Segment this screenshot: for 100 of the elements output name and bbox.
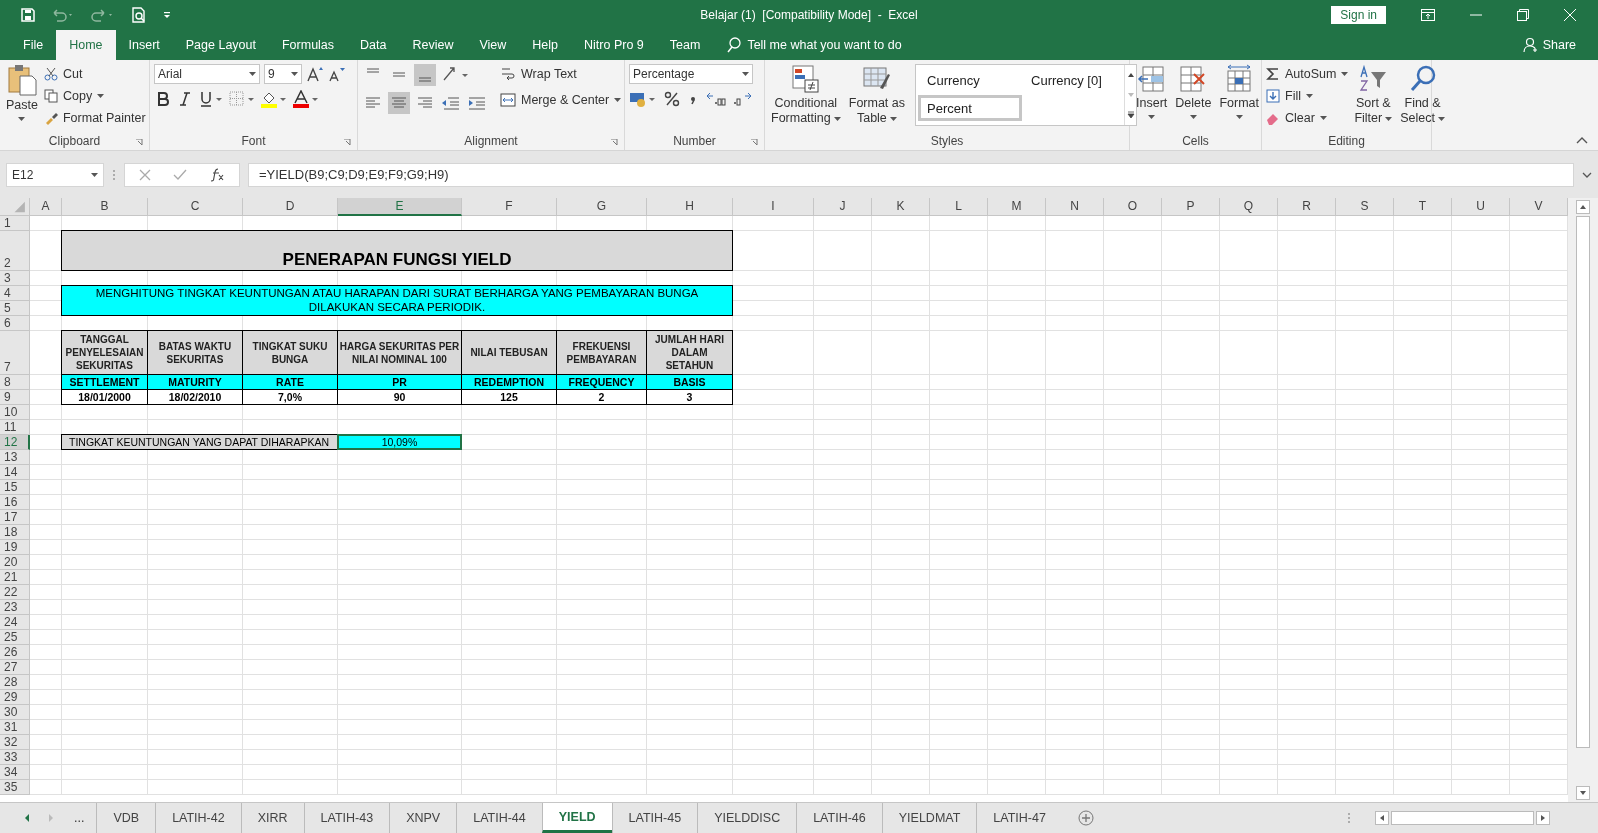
column-header[interactable]: D (243, 198, 338, 216)
row-header[interactable]: 5 (0, 301, 30, 316)
cut-button[interactable]: Cut (43, 64, 146, 84)
increase-font-size-icon[interactable] (306, 66, 324, 82)
sheet-tab[interactable]: LATIH-43 (303, 803, 390, 833)
ribbon-tab[interactable]: Data (347, 30, 400, 60)
column-header[interactable]: R (1278, 198, 1336, 216)
save-icon[interactable] (20, 7, 36, 23)
row-header[interactable]: 27 (0, 660, 30, 675)
dialog-launcher-icon[interactable] (751, 139, 758, 146)
row-header[interactable]: 7 (0, 331, 30, 375)
ribbon-tab[interactable]: Page Layout (172, 30, 269, 60)
row-header[interactable]: 23 (0, 600, 30, 615)
column-header[interactable]: N (1046, 198, 1104, 216)
cell-style[interactable]: Percent (918, 95, 1022, 121)
scroll-right-icon[interactable] (1536, 811, 1550, 825)
horizontal-scrollbar[interactable] (1375, 810, 1550, 826)
result-cell[interactable]: 10,09% (337, 434, 462, 450)
row-header[interactable]: 33 (0, 750, 30, 765)
ribbon-tab[interactable]: Help (519, 30, 572, 60)
row-header[interactable]: 3 (0, 271, 30, 286)
row-header[interactable]: 14 (0, 465, 30, 480)
ribbon-tab[interactable]: Team (656, 30, 714, 60)
row-header[interactable]: 13 (0, 450, 30, 465)
row-header[interactable]: 17 (0, 510, 30, 525)
ribbon-tab[interactable]: Review (399, 30, 467, 60)
ribbon-tab[interactable]: Home (56, 30, 116, 60)
decrease-font-size-icon[interactable] (328, 66, 346, 82)
paste-button[interactable]: Paste (4, 64, 40, 121)
format-button[interactable]: Format (1217, 64, 1261, 119)
column-header[interactable]: G (557, 198, 647, 216)
row-header[interactable]: 16 (0, 495, 30, 510)
column-header[interactable]: T (1394, 198, 1452, 216)
customize-icon[interactable] (162, 10, 172, 20)
column-header[interactable]: B (62, 198, 148, 216)
sheet-tab[interactable]: VDB (96, 803, 156, 833)
more-styles-icon[interactable] (1125, 110, 1136, 120)
scroll-left-icon[interactable] (1375, 811, 1389, 825)
row-header[interactable]: 29 (0, 690, 30, 705)
row-header[interactable]: 34 (0, 765, 30, 780)
sort-filter-button[interactable]: Sort & Filter (1352, 64, 1395, 126)
percent-icon[interactable] (663, 90, 681, 108)
sheet-tab[interactable]: YIELDDISC (697, 803, 797, 833)
sheet-tab[interactable]: YIELDMAT (881, 803, 977, 833)
sheet-tab[interactable]: XNPV (389, 803, 457, 833)
row-header[interactable]: 10 (0, 405, 30, 420)
expand-formula-icon[interactable] (1582, 171, 1592, 179)
row-header[interactable]: 22 (0, 585, 30, 600)
decrease-decimal-icon[interactable] (731, 90, 753, 108)
format-painter-button[interactable]: Format Painter (43, 108, 146, 128)
row-header[interactable]: 1 (0, 216, 30, 231)
row-header[interactable]: 18 (0, 525, 30, 540)
insert-function-icon[interactable] (209, 168, 225, 182)
sign-in-button[interactable]: Sign in (1331, 6, 1386, 24)
row-header[interactable]: 11 (0, 420, 30, 435)
row-header[interactable]: 12 (0, 435, 30, 450)
column-header[interactable]: S (1336, 198, 1394, 216)
row-header[interactable]: 8 (0, 375, 30, 390)
row-header[interactable]: 4 (0, 286, 30, 301)
row-header[interactable]: 9 (0, 390, 30, 405)
formula-field[interactable]: =YIELD(B9;C9;D9;E9;F9;G9;H9) (248, 163, 1574, 187)
close-icon[interactable] (1564, 9, 1576, 21)
column-header[interactable]: K (872, 198, 930, 216)
fill-color-icon[interactable] (260, 90, 288, 108)
collapse-ribbon-icon[interactable] (1576, 136, 1588, 144)
dialog-launcher-icon[interactable] (136, 139, 143, 146)
wrap-text-button[interactable]: Wrap Text (500, 64, 622, 84)
row-header[interactable]: 30 (0, 705, 30, 720)
ribbon-tab[interactable]: Insert (115, 30, 173, 60)
sheet-tab[interactable]: LATIH-44 (456, 803, 542, 833)
font-size-field[interactable]: 9 (264, 64, 302, 84)
share-button[interactable]: Share (1522, 30, 1576, 60)
row-header[interactable]: 32 (0, 735, 30, 750)
merge-center-button[interactable]: Merge & Center (500, 90, 622, 110)
column-header[interactable]: V (1510, 198, 1568, 216)
row-header[interactable]: 35 (0, 780, 30, 795)
column-header[interactable]: C (148, 198, 243, 216)
scroll-up-icon[interactable] (1576, 200, 1590, 214)
ribbon-tab[interactable]: File (10, 30, 57, 60)
column-header[interactable]: P (1162, 198, 1220, 216)
ribbon-tab[interactable]: Nitro Pro 9 (571, 30, 657, 60)
insert-button[interactable]: Insert (1134, 64, 1170, 119)
column-header[interactable]: M (988, 198, 1046, 216)
fill-button[interactable]: Fill (1266, 86, 1349, 106)
column-header[interactable]: U (1452, 198, 1510, 216)
find-select-button[interactable]: Find & Select (1398, 64, 1447, 126)
row-header[interactable]: 31 (0, 720, 30, 735)
row-header[interactable]: 25 (0, 630, 30, 645)
restore-icon[interactable] (1517, 9, 1529, 21)
sheet-tab[interactable]: LATIH-47 (976, 803, 1062, 833)
sheet-tab[interactable]: XIRR (240, 803, 304, 833)
format-as-table-button[interactable]: Format as Table (846, 64, 907, 126)
delete-button[interactable]: Delete (1173, 64, 1214, 119)
column-header[interactable]: H (647, 198, 733, 216)
ribbon-tab[interactable]: View (466, 30, 520, 60)
row-header[interactable]: 20 (0, 555, 30, 570)
row-header[interactable]: 21 (0, 570, 30, 585)
tell-me-field[interactable]: Tell me what you want to do (727, 30, 902, 60)
font-color-icon[interactable] (292, 90, 320, 108)
cell-style[interactable]: Currency [0] (1022, 67, 1122, 93)
